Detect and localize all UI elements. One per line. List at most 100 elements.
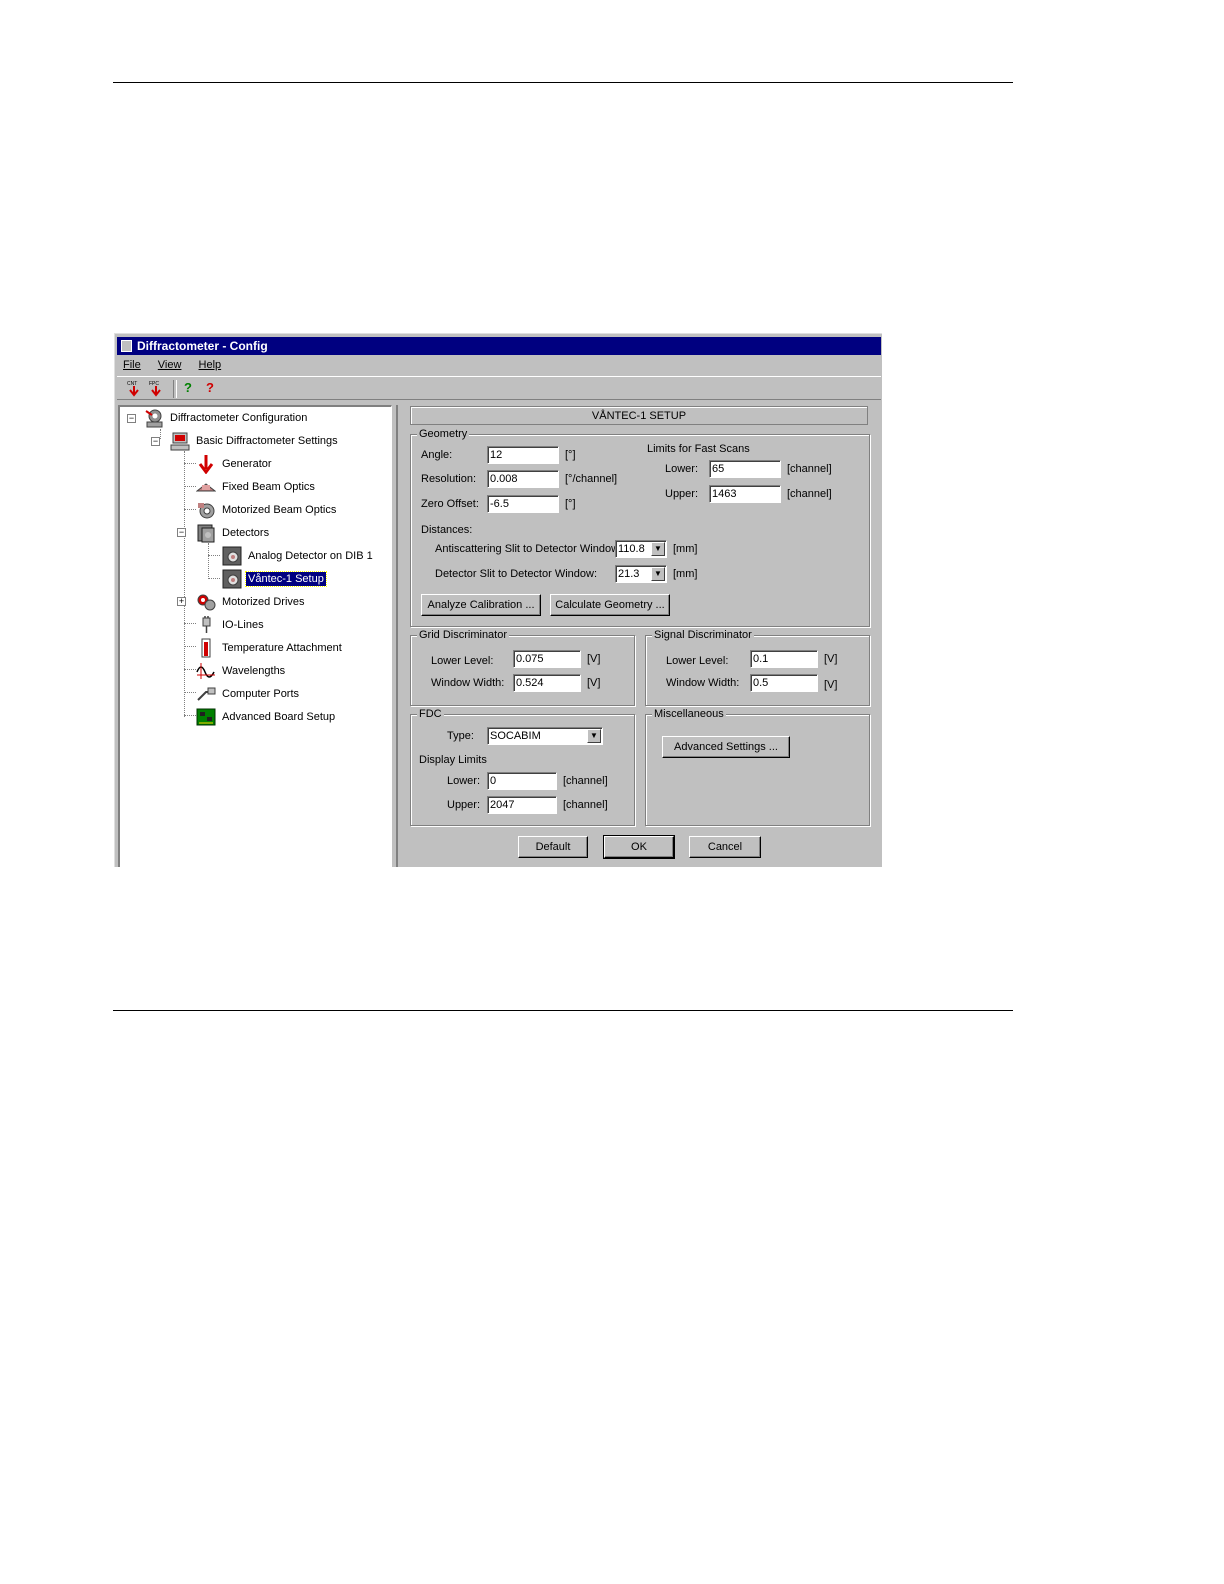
signal-lower-field[interactable]: 0.1 <box>750 650 818 668</box>
download-fpc-icon[interactable]: FPC <box>147 380 165 398</box>
grid-width-unit: [V] <box>587 677 601 689</box>
fdc-legend: FDC <box>417 707 444 721</box>
tree-item-advanced-board[interactable]: Advanced Board Setup <box>196 707 337 727</box>
tree-item-vantec-setup[interactable]: Våntec-1 Setup <box>222 569 327 589</box>
download-cnt-icon[interactable]: CNT <box>125 380 143 398</box>
zero-offset-field[interactable]: -6.5 <box>487 495 559 513</box>
geometry-legend: Geometry <box>417 427 470 441</box>
collapse-detectors-toggle[interactable]: − <box>177 528 186 537</box>
tree-item-generator[interactable]: Generator <box>196 454 274 475</box>
help-icon[interactable]: ? <box>179 380 197 398</box>
top-rule <box>113 82 1013 83</box>
tree-item-motorized-beam-optics[interactable]: Motorized Beam Optics <box>196 500 338 520</box>
toolbar: CNT FPC ? ? <box>117 376 881 400</box>
signal-width-field[interactable]: 0.5 <box>750 674 818 692</box>
signal-lower-unit: [V] <box>824 653 838 665</box>
tree-item-io-lines[interactable]: IO-Lines <box>196 615 266 635</box>
context-help-icon[interactable]: ? <box>201 380 219 398</box>
distances-label: Distances: <box>421 524 473 536</box>
tree-item-root[interactable]: Diffractometer Configuration <box>144 408 309 428</box>
menu-file[interactable]: File <box>123 356 141 374</box>
beam-optics-icon <box>196 483 216 492</box>
resolution-field[interactable]: 0.008 <box>487 470 559 488</box>
config-tree: − − − + Diffractometer Configuration Bas… <box>118 405 392 867</box>
menu-bar: File View Help <box>117 356 229 374</box>
tree-item-computer-ports[interactable]: Computer Ports <box>196 684 301 704</box>
tree-line <box>184 623 196 624</box>
fdc-lower-field[interactable]: 0 <box>487 772 557 790</box>
tree-line <box>184 509 196 510</box>
signal-discriminator-group: Signal Discriminator Lower Level: 0.1 [V… <box>645 628 870 706</box>
angle-field[interactable]: 12 <box>487 446 559 464</box>
grid-lower-field[interactable]: 0.075 <box>513 650 581 668</box>
fast-upper-unit: [channel] <box>787 488 832 500</box>
wave-icon <box>196 663 215 680</box>
chevron-down-icon[interactable]: ▼ <box>651 542 665 556</box>
fast-upper-field[interactable]: 1463 <box>709 485 781 503</box>
zero-offset-unit: [°] <box>565 498 576 510</box>
title-bar: Diffractometer - Config <box>117 337 881 355</box>
window-title: Diffractometer - Config <box>137 339 268 353</box>
tree-item-fixed-beam-optics[interactable]: Fixed Beam Optics <box>196 477 317 497</box>
fdc-lower-unit: [channel] <box>563 775 608 787</box>
signal-width-label: Window Width: <box>666 677 740 689</box>
detector-icon <box>222 569 242 589</box>
advanced-settings-button[interactable]: Advanced Settings ... <box>662 736 790 758</box>
tree-item-basic-settings[interactable]: Basic Diffractometer Settings <box>170 431 340 451</box>
misc-legend: Miscellaneous <box>652 707 726 721</box>
tree-line <box>184 692 196 693</box>
tree-line <box>184 486 196 487</box>
ok-button[interactable]: OK <box>603 835 675 859</box>
cable-icon <box>197 687 216 701</box>
cancel-button[interactable]: Cancel <box>689 836 761 858</box>
grid-lower-label: Lower Level: <box>431 655 494 667</box>
chevron-down-icon[interactable]: ▼ <box>651 567 665 581</box>
circuit-board-icon <box>196 708 216 726</box>
tree-line <box>208 543 209 579</box>
display-limits-label: Display Limits <box>419 754 487 766</box>
tree-line <box>208 578 220 579</box>
antiscatter-unit: [mm] <box>673 543 698 555</box>
expand-drives-toggle[interactable]: + <box>177 597 186 606</box>
fast-lower-field[interactable]: 65 <box>709 460 781 478</box>
tree-item-analog-detector[interactable]: Analog Detector on DIB 1 <box>222 546 375 566</box>
detector-slit-select[interactable]: 21.3 ▼ <box>615 565 667 583</box>
tree-line <box>208 555 220 556</box>
fdc-upper-unit: [channel] <box>563 799 608 811</box>
tree-item-temperature[interactable]: Temperature Attachment <box>196 638 344 658</box>
fdc-upper-label: Upper: <box>447 799 481 811</box>
menu-help[interactable]: Help <box>199 356 222 374</box>
fdc-upper-field[interactable]: 2047 <box>487 796 557 814</box>
antiscatter-select[interactable]: 110.8 ▼ <box>615 540 667 558</box>
tree-item-wavelengths[interactable]: Wavelengths <box>196 661 287 681</box>
fdc-group: FDC Type: SOCABIM ▼ Display Limits Lower:… <box>410 707 635 826</box>
tree-item-detectors[interactable]: Detectors <box>196 523 271 543</box>
panel-header: VÅNTEC-1 SETUP <box>410 406 868 425</box>
setup-panel: VÅNTEC-1 SETUP Geometry Angle: 12 [°] Re… <box>396 405 882 867</box>
computer-icon <box>170 432 190 451</box>
fdc-lower-label: Lower: <box>447 775 481 787</box>
signal-legend: Signal Discriminator <box>652 628 754 642</box>
fast-upper-label: Upper: <box>665 488 699 500</box>
default-button[interactable]: Default <box>518 836 588 858</box>
detector-icon <box>222 546 242 566</box>
generator-arrow-icon <box>198 455 214 475</box>
chevron-down-icon[interactable]: ▼ <box>587 729 601 743</box>
tree-item-motorized-drives[interactable]: Motorized Drives <box>196 592 307 612</box>
calculate-geometry-button[interactable]: Calculate Geometry ... <box>550 594 670 616</box>
fast-scans-label: Limits for Fast Scans <box>647 443 750 455</box>
motor-optics-icon <box>198 503 215 519</box>
collapse-basic-toggle[interactable]: − <box>151 437 160 446</box>
geometry-group: Geometry Angle: 12 [°] Resolution: 0.008… <box>410 427 870 627</box>
grid-width-field[interactable]: 0.524 <box>513 674 581 692</box>
grid-width-label: Window Width: <box>431 677 505 689</box>
resolution-label: Resolution: <box>421 473 477 485</box>
diffractometer-icon <box>145 409 163 428</box>
collapse-root-toggle[interactable]: − <box>127 414 136 423</box>
menu-view[interactable]: View <box>158 356 182 374</box>
toolbar-separator <box>173 380 177 398</box>
analyze-calibration-button[interactable]: Analyze Calibration ... <box>421 594 541 616</box>
fast-lower-label: Lower: <box>665 463 699 475</box>
fdc-type-select[interactable]: SOCABIM ▼ <box>487 727 603 745</box>
detectors-icon <box>197 524 215 543</box>
